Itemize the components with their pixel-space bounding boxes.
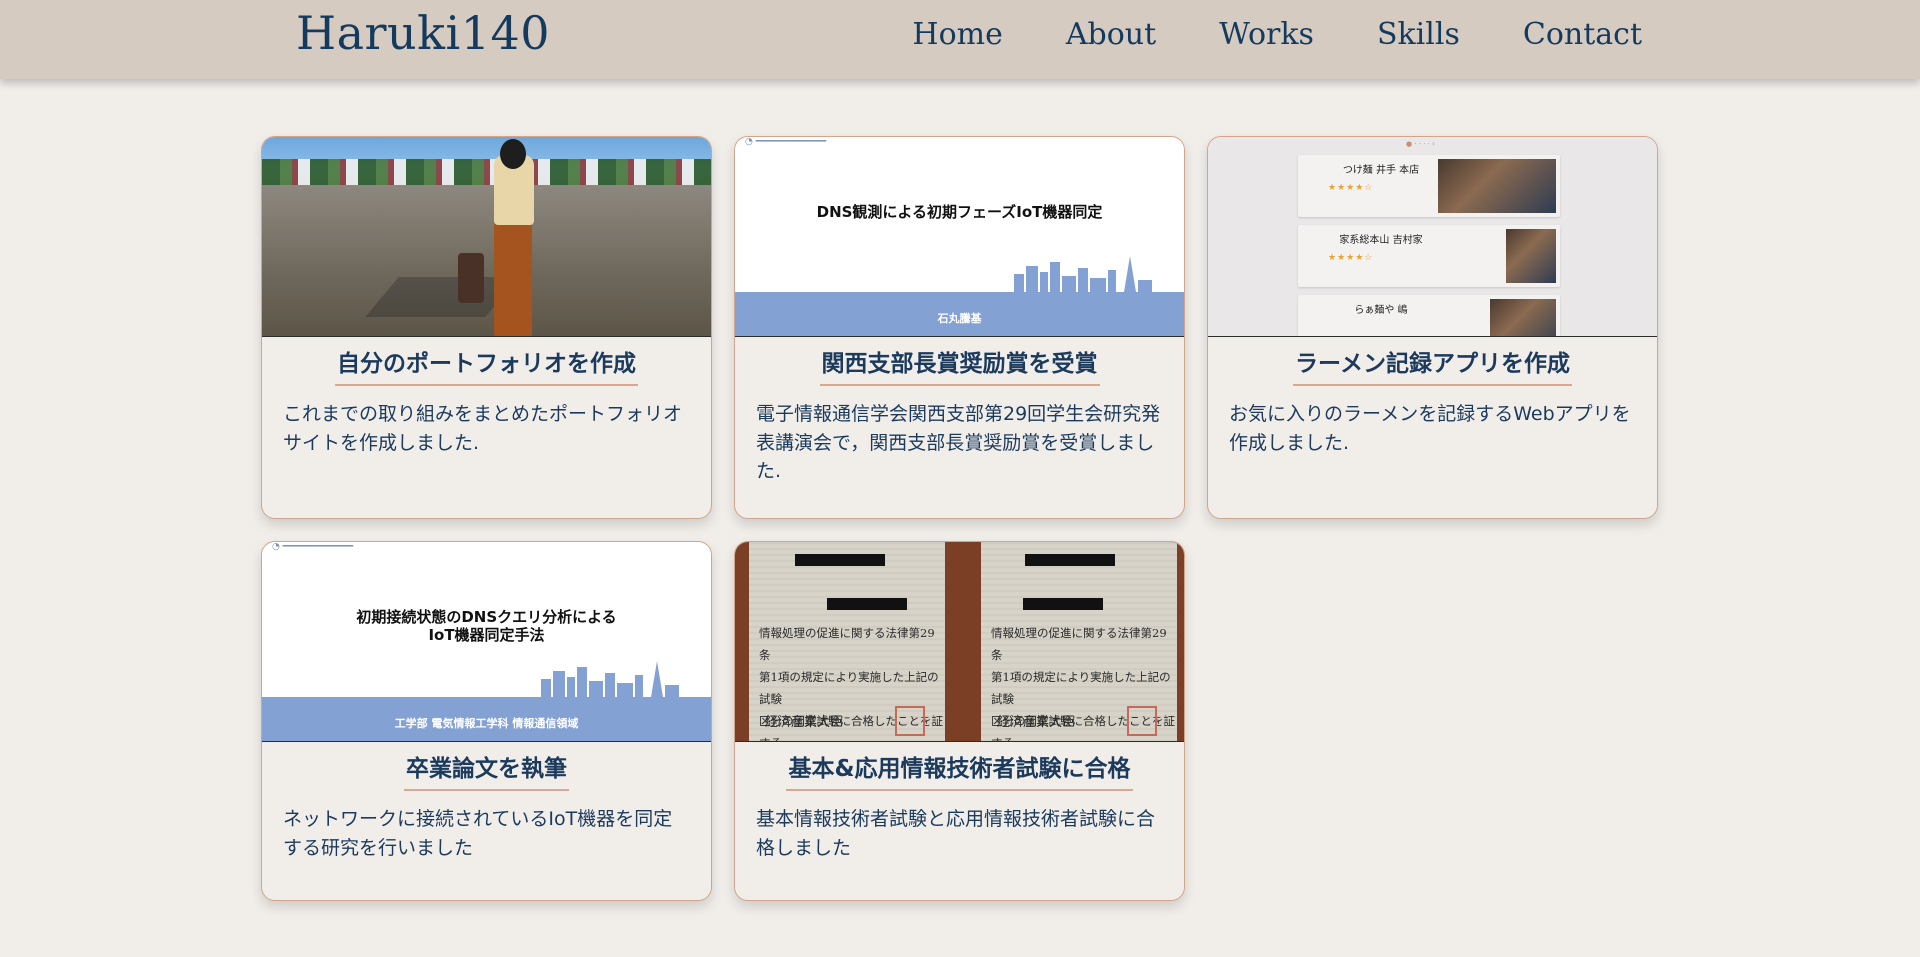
- photo-bag: [458, 253, 484, 303]
- star-rating-icon: ★★★★☆: [1328, 183, 1374, 193]
- shop-photo: [1506, 229, 1556, 283]
- card-title: 自分のポートフォリオを作成: [262, 344, 711, 386]
- nav-home[interactable]: Home: [912, 17, 1002, 52]
- photo-person-head: [500, 139, 526, 169]
- redaction-bar: [795, 554, 885, 566]
- nav-about[interactable]: About: [1066, 17, 1156, 52]
- seal-stamp-icon: [895, 706, 925, 736]
- shop-panel: つけ麺 井手 本店 ★★★★☆: [1298, 155, 1560, 217]
- certificate-photo-thumbnail: 情報処理の促進に関する法律第29条 第1項の規定により実施した上記の試験 区分の…: [735, 542, 1184, 742]
- beach-photo-thumbnail: [262, 137, 711, 337]
- card-description: お気に入りのラーメンを記録するWebアプリを作成しました.: [1229, 403, 1631, 454]
- shop-photo: [1438, 159, 1556, 213]
- card-description: 電子情報通信学会関西支部第29回学生会研究発表講演会で，関西支部長賞奨励賞を受賞…: [756, 403, 1161, 482]
- card-description: ネットワークに接続されているIoT機器を同定する研究を行いました: [283, 808, 673, 859]
- work-card-portfolio[interactable]: 自分のポートフォリオを作成 これまでの取り組みをまとめたポートフォリオサイトを作…: [261, 136, 712, 519]
- star-rating-icon: ★★★★☆: [1328, 253, 1374, 263]
- nav-skills[interactable]: Skills: [1377, 17, 1460, 52]
- redaction-bar: [1023, 598, 1103, 610]
- slide-title-line1: 初期接続状態のDNSクエリ分析による: [356, 608, 617, 626]
- work-card-thesis[interactable]: ◔ ━━━━━━━━━━━━━ 初期接続状態のDNSクエリ分析による IoT機器…: [261, 541, 712, 901]
- slide-header-logo: ◔ ━━━━━━━━━━━━━: [272, 542, 354, 552]
- card-title: 関西支部長賞奨励賞を受賞: [735, 344, 1184, 386]
- shop-name: 家系総本山 吉村家: [1339, 235, 1423, 246]
- card-title: 基本&応用情報技術者試験に合格: [735, 749, 1184, 791]
- slide-title: DNS観測による初期フェーズIoT機器同定: [816, 203, 1103, 221]
- shop-name: つけ麺 井手 本店: [1342, 165, 1420, 176]
- city-skyline-illustration: [1014, 256, 1152, 292]
- redaction-bar: [827, 598, 907, 610]
- slide-title-line2: IoT機器同定手法: [428, 626, 545, 644]
- photo-person-legs: [494, 222, 532, 336]
- shop-photo: [1490, 299, 1556, 336]
- nav-works[interactable]: Works: [1219, 17, 1314, 52]
- nav-contact[interactable]: Contact: [1523, 17, 1642, 52]
- brand-logo-link[interactable]: Haruki140: [296, 6, 550, 60]
- card-description: 基本情報技術者試験と応用情報技術者試験に合格しました: [756, 808, 1156, 859]
- seal-stamp-icon: [1127, 706, 1157, 736]
- slide-thumbnail: ◔ ━━━━━━━━━━━━━ 初期接続状態のDNSクエリ分析による IoT機器…: [262, 542, 711, 742]
- certificate-issuer: 経済産業大臣: [997, 715, 1076, 730]
- site-header: Haruki140 Home About Works Skills Contac…: [0, 0, 1920, 79]
- work-card-certification[interactable]: 情報処理の促進に関する法律第29条 第1項の規定により実施した上記の試験 区分の…: [734, 541, 1185, 901]
- work-card-ramen-app[interactable]: ● · · · · › つけ麺 井手 本店 ★★★★☆ 家系総本山 吉村家 ★★…: [1207, 136, 1658, 519]
- city-skyline-illustration: [541, 661, 679, 697]
- card-description: これまでの取り組みをまとめたポートフォリオサイトを作成しました.: [283, 403, 683, 454]
- shop-name: らぁ麺や 嶋: [1354, 305, 1408, 316]
- photo-treeline: [262, 159, 711, 185]
- slide-author: 石丸騰基: [937, 312, 982, 325]
- card-title: 卒業論文を執筆: [262, 749, 711, 791]
- slide-thumbnail: ◔ ━━━━━━━━━━━━━ DNS観測による初期フェーズIoT機器同定 石丸…: [735, 137, 1184, 337]
- shop-panel: らぁ麺や 嶋: [1298, 295, 1560, 336]
- certificate-issuer: 経済産業大臣: [765, 715, 844, 730]
- app-screenshot-thumbnail: ● · · · · › つけ麺 井手 本店 ★★★★☆ 家系総本山 吉村家 ★★…: [1208, 137, 1657, 337]
- pagination-dots: ● · · · · ›: [1406, 140, 1435, 148]
- shop-panel: 家系総本山 吉村家 ★★★★☆: [1298, 225, 1560, 287]
- redaction-bar: [1025, 554, 1115, 566]
- work-card-award[interactable]: ◔ ━━━━━━━━━━━━━ DNS観測による初期フェーズIoT機器同定 石丸…: [734, 136, 1185, 519]
- card-title: ラーメン記録アプリを作成: [1208, 344, 1657, 386]
- slide-author: 工学部 電気情報工学科 情報通信領域: [394, 717, 579, 730]
- works-grid: 自分のポートフォリオを作成 これまでの取り組みをまとめたポートフォリオサイトを作…: [261, 136, 1661, 901]
- slide-header-logo: ◔ ━━━━━━━━━━━━━: [745, 137, 827, 147]
- main-nav: Home About Works Skills Contact: [849, 17, 1642, 52]
